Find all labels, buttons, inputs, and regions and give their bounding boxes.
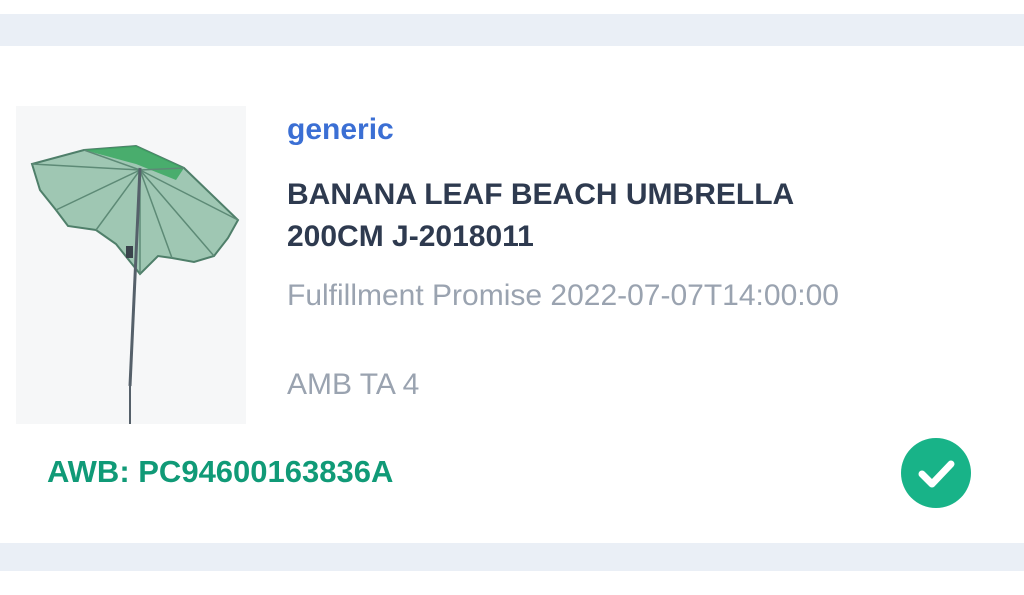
product-brand: generic (287, 113, 394, 146)
product-title: BANANA LEAF BEACH UMBRELLA 200CM J-20180… (287, 174, 907, 258)
separator-top (0, 14, 1024, 46)
fulfillment-promise: Fulfillment Promise 2022-07-07T14:00:00 (287, 279, 839, 312)
umbrella-image (30, 144, 240, 424)
product-title-line-1: BANANA LEAF BEACH UMBRELLA (287, 178, 795, 211)
location-label: AMB TA 4 (287, 368, 420, 401)
order-item-card[interactable]: generic BANANA LEAF BEACH UMBRELLA 200CM… (0, 46, 1024, 543)
product-image[interactable] (16, 106, 246, 424)
awb-number: AWB: PC94600163836A (47, 454, 394, 489)
product-title-line-2: 200CM J-2018011 (287, 220, 534, 253)
page: generic BANANA LEAF BEACH UMBRELLA 200CM… (0, 0, 1024, 595)
separator-bottom (0, 543, 1024, 571)
check-circle-icon[interactable] (901, 438, 971, 508)
